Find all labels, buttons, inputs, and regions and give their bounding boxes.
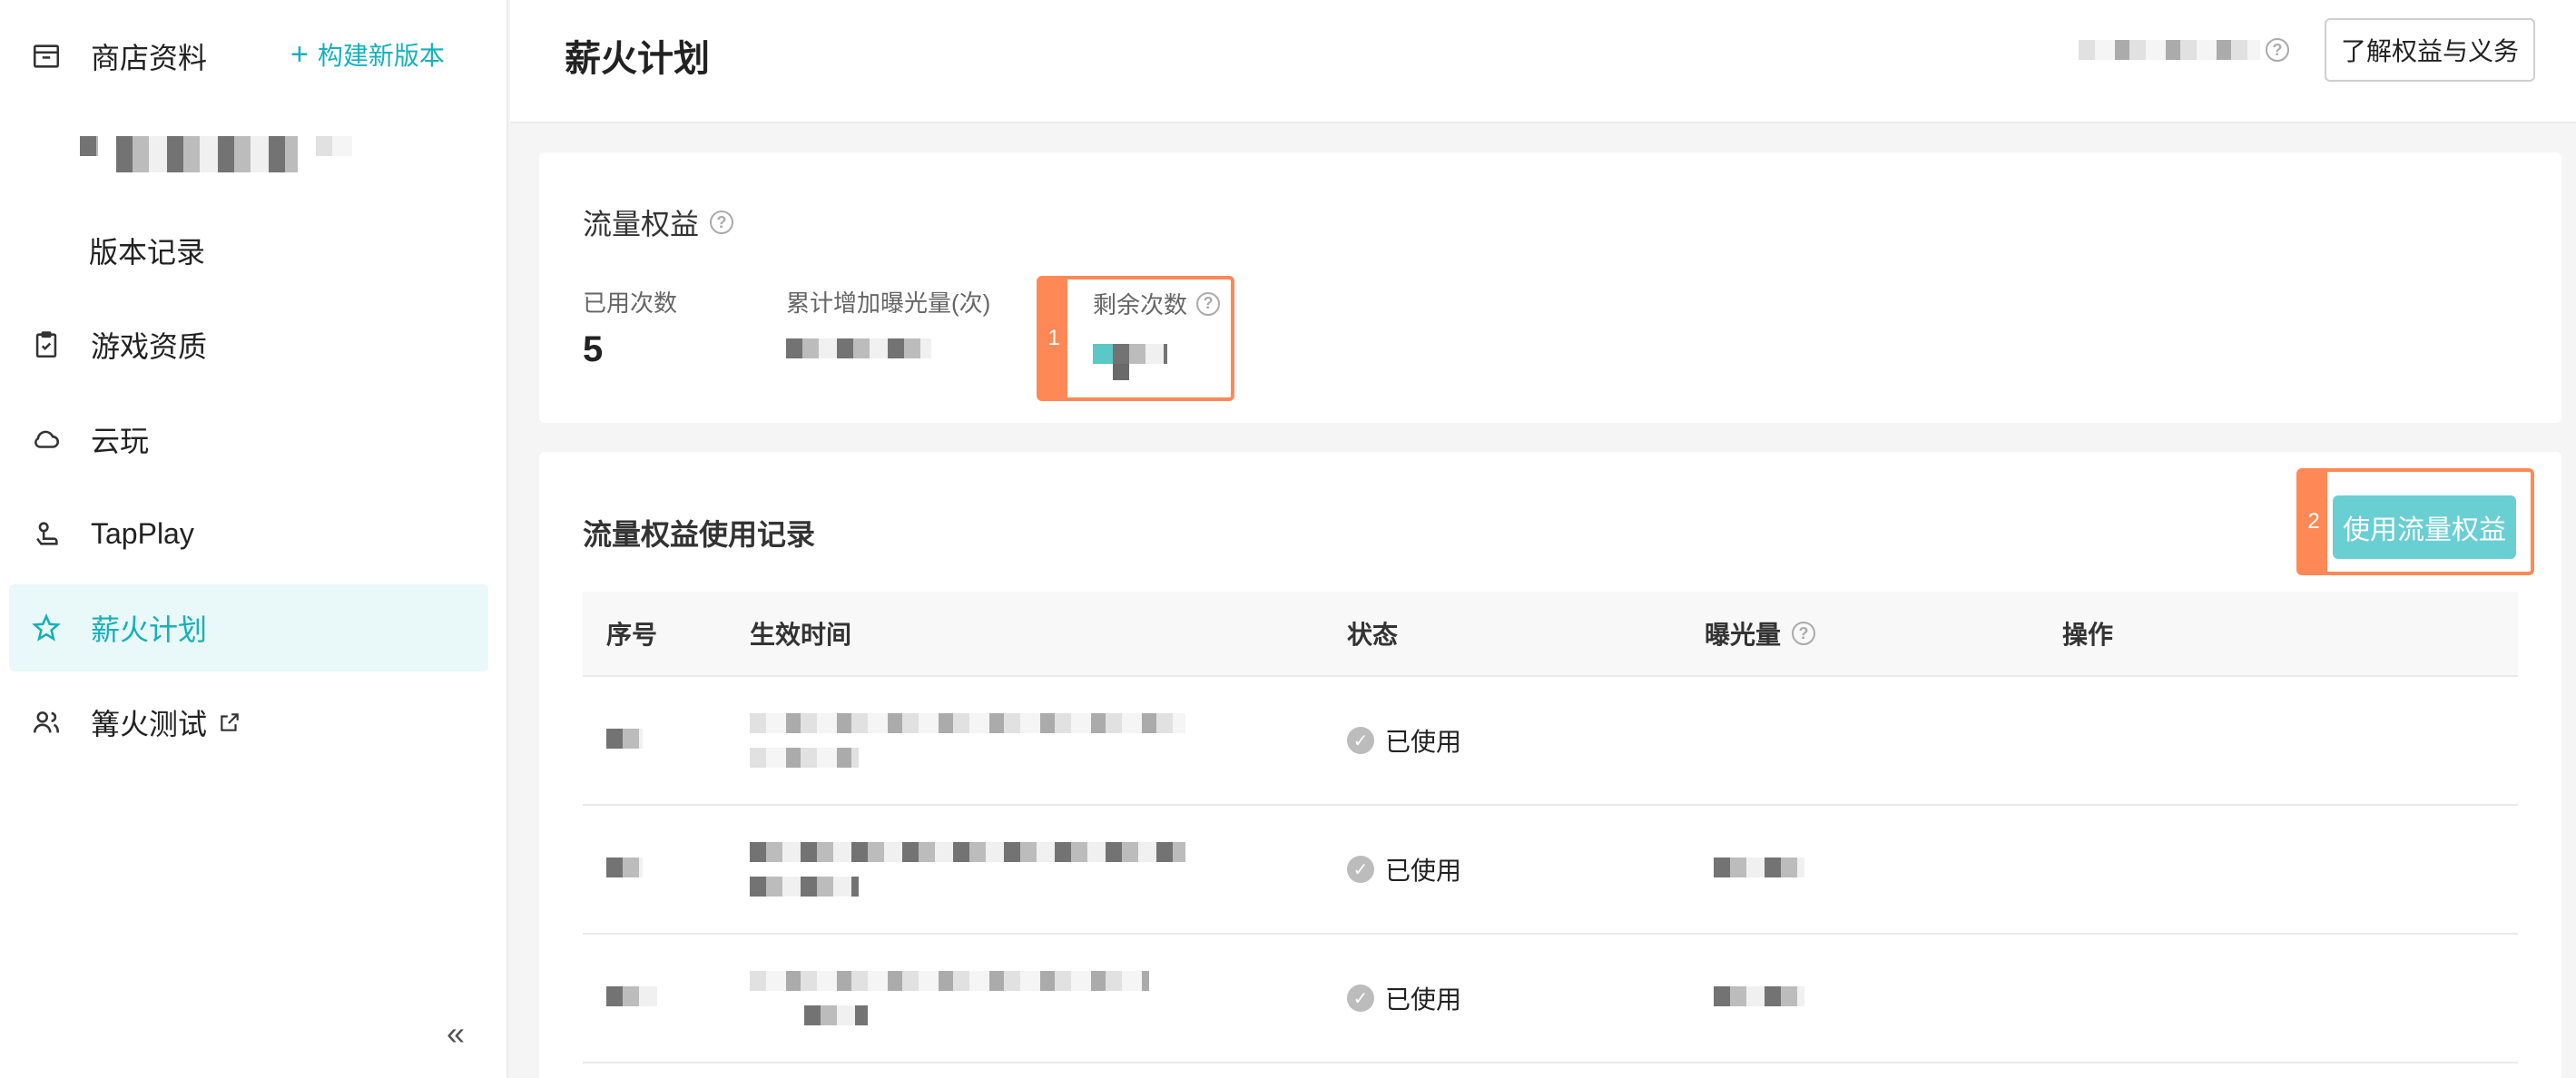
usage-records-card: 流量权益使用记录 2 使用流量权益 序号 生效时间 状态 曝光量 ? 操作 ✓ … bbox=[539, 452, 2561, 1078]
row-time-redacted bbox=[750, 842, 1185, 897]
col-header-effective-time: 生效时间 bbox=[750, 621, 852, 649]
help-icon[interactable]: ? bbox=[1196, 291, 1221, 316]
sidebar-item-cloud-play[interactable]: 云玩 bbox=[9, 396, 488, 483]
redacted-info bbox=[2079, 40, 2278, 62]
records-table: 序号 生效时间 状态 曝光量 ? 操作 ✓ 已使用 ✓ 已使用 ✓ 已使用 bbox=[583, 592, 2518, 1063]
redacted-text bbox=[2079, 40, 2260, 60]
build-new-version-button[interactable]: + 构建新版本 bbox=[290, 36, 445, 73]
row-status: ✓ 已使用 bbox=[1347, 722, 1461, 759]
table-row: ✓ 已使用 bbox=[583, 935, 2518, 1063]
exposure-value-redacted bbox=[786, 338, 990, 363]
store-icon bbox=[29, 39, 64, 74]
page-header: 薪火计划 ? 了解权益与义务 bbox=[510, 0, 2576, 123]
table-row: ✓ 已使用 bbox=[583, 677, 2518, 806]
star-icon bbox=[29, 611, 64, 645]
highlight-box-1: 1 剩余次数 ? bbox=[1037, 276, 1234, 401]
external-link-icon bbox=[218, 710, 241, 734]
row-time-redacted bbox=[750, 971, 1149, 1025]
col-header-status: 状态 bbox=[1347, 621, 1399, 649]
sidebar-item-label: 篝火测试 bbox=[91, 708, 208, 740]
col-header-exposure: 曝光量 ? bbox=[1705, 615, 1816, 652]
redacted-text bbox=[786, 338, 931, 358]
help-icon[interactable]: ? bbox=[1792, 622, 1816, 645]
highlight-tag: 1 bbox=[1040, 279, 1067, 397]
use-traffic-rights-button[interactable]: 使用流量权益 bbox=[2333, 495, 2516, 559]
clipboard-check-icon bbox=[29, 328, 64, 362]
redacted-text bbox=[80, 136, 98, 156]
redacted-version-name bbox=[80, 136, 358, 172]
redacted-text bbox=[1113, 344, 1167, 364]
check-circle-icon: ✓ bbox=[1347, 727, 1374, 754]
hand-icon bbox=[29, 516, 64, 551]
sidebar-item-version-history[interactable]: 版本记录 bbox=[9, 207, 488, 294]
sidebar-item-label: 商店资料 bbox=[91, 42, 208, 74]
highlight-tag: 2 bbox=[2300, 472, 2327, 572]
row-exposure-redacted bbox=[1714, 985, 1804, 1011]
used-count-stat: 已用次数 5 bbox=[583, 285, 677, 370]
cloud-icon bbox=[29, 422, 64, 456]
traffic-rights-card: 流量权益 ? 已用次数 5 累计增加曝光量(次) 1 剩余次数 ? bbox=[539, 152, 2561, 423]
sidebar-item-label: TapPlay bbox=[91, 516, 194, 550]
redacted-text bbox=[316, 136, 352, 156]
table-row: ✓ 已使用 bbox=[583, 806, 2518, 935]
table-header: 序号 生效时间 状态 曝光量 ? 操作 bbox=[583, 592, 2518, 677]
row-time-redacted bbox=[750, 713, 1185, 768]
row-index-redacted bbox=[606, 728, 643, 753]
help-icon[interactable]: ? bbox=[710, 211, 734, 234]
row-index-redacted bbox=[606, 985, 657, 1011]
traffic-rights-title: 流量权益 ? bbox=[583, 201, 734, 243]
col-header-actions: 操作 bbox=[2062, 621, 2114, 649]
page-title: 薪火计划 bbox=[565, 39, 710, 79]
sidebar-item-label: 薪火计划 bbox=[91, 613, 208, 646]
exposure-stat: 累计增加曝光量(次) bbox=[786, 285, 990, 363]
help-icon[interactable]: ? bbox=[2266, 38, 2289, 62]
remaining-value-redacted bbox=[1093, 344, 1175, 380]
remaining-count-stat: 剩余次数 ? bbox=[1093, 287, 1221, 380]
double-chevron-left-icon: « bbox=[447, 1014, 466, 1052]
sidebar-item-label: 版本记录 bbox=[89, 236, 206, 269]
sidebar-item-qualification[interactable]: 游戏资质 bbox=[9, 301, 488, 388]
row-status: ✓ 已使用 bbox=[1347, 980, 1461, 1016]
rights-obligations-button[interactable]: 了解权益与义务 bbox=[2325, 18, 2535, 82]
used-count-value: 5 bbox=[583, 329, 604, 369]
row-exposure-redacted bbox=[1714, 857, 1804, 882]
check-circle-icon: ✓ bbox=[1347, 985, 1374, 1012]
sidebar: 商店资料 + 构建新版本 版本记录 游戏资质 云玩 TapPlay 薪火计划 篝… bbox=[0, 0, 508, 1078]
sidebar-item-label: 云玩 bbox=[91, 425, 150, 457]
sidebar-item-bonfire-test[interactable]: 篝火测试 bbox=[9, 679, 488, 766]
sidebar-item-tapplay[interactable]: TapPlay bbox=[9, 490, 488, 577]
plus-icon: + bbox=[290, 37, 309, 72]
redacted-text bbox=[116, 136, 298, 172]
check-circle-icon: ✓ bbox=[1347, 856, 1374, 883]
row-status: ✓ 已使用 bbox=[1347, 851, 1461, 887]
sidebar-item-spark-plan[interactable]: 薪火计划 bbox=[9, 584, 488, 671]
usage-records-title: 流量权益使用记录 bbox=[583, 518, 816, 551]
sidebar-item-label: 游戏资质 bbox=[91, 330, 208, 363]
used-count-label: 已用次数 bbox=[583, 289, 678, 317]
exposure-label: 累计增加曝光量(次) bbox=[786, 289, 991, 317]
collapse-sidebar-button[interactable]: « bbox=[447, 1014, 483, 1052]
row-index-redacted bbox=[606, 857, 643, 882]
remaining-count-label: 剩余次数 ? bbox=[1093, 287, 1221, 320]
users-icon bbox=[29, 705, 64, 740]
col-header-index: 序号 bbox=[606, 621, 658, 649]
